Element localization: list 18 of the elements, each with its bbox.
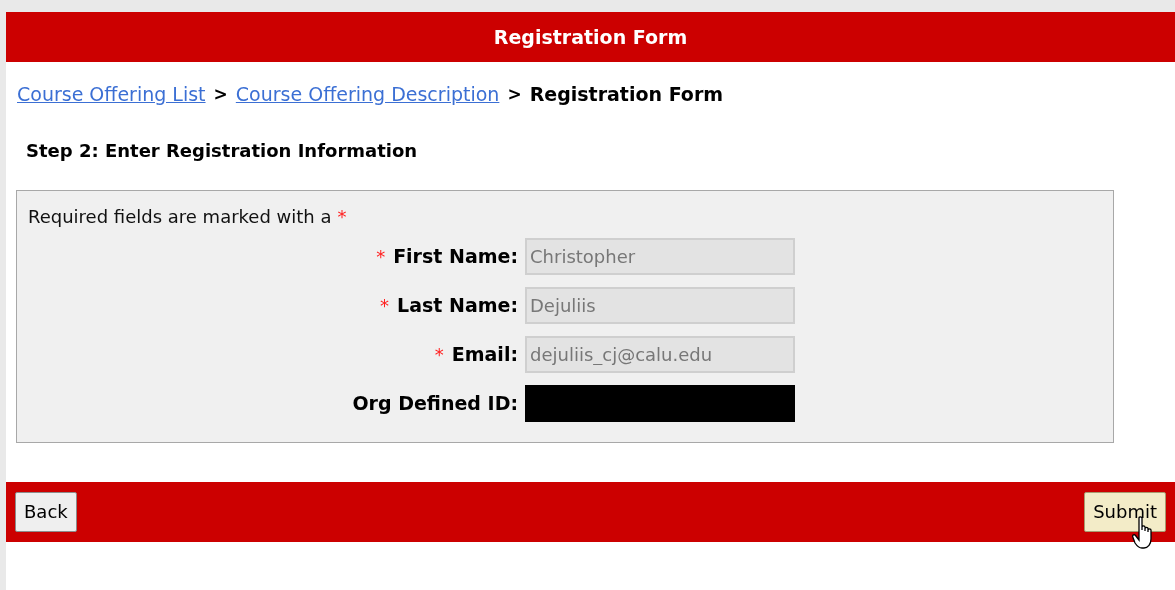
- field-label: First Name:: [393, 243, 518, 269]
- page-title: Registration Form: [493, 24, 688, 50]
- field-label: Org Defined ID:: [352, 390, 518, 416]
- form-button[interactable]: Back: [15, 491, 77, 532]
- breadcrumb-current: Registration Form: [529, 82, 724, 107]
- breadcrumb-link[interactable]: Course Offering List: [17, 80, 206, 109]
- required-asterisk: *: [434, 342, 444, 367]
- required-asterisk: *: [337, 204, 347, 229]
- required-asterisk: *: [380, 293, 390, 318]
- field-label: Last Name:: [397, 292, 518, 318]
- breadcrumb-separator: >: [507, 82, 522, 106]
- breadcrumb-link[interactable]: Course Offering Description: [235, 80, 500, 109]
- breadcrumb-separator: >: [213, 82, 228, 106]
- form-button[interactable]: Submit: [1084, 491, 1166, 532]
- field-label: Email:: [451, 341, 518, 367]
- step-heading: Step 2: Enter Registration Information: [26, 139, 418, 161]
- required-asterisk: *: [376, 244, 386, 269]
- required-note: Required fields are marked with a: [28, 204, 332, 229]
